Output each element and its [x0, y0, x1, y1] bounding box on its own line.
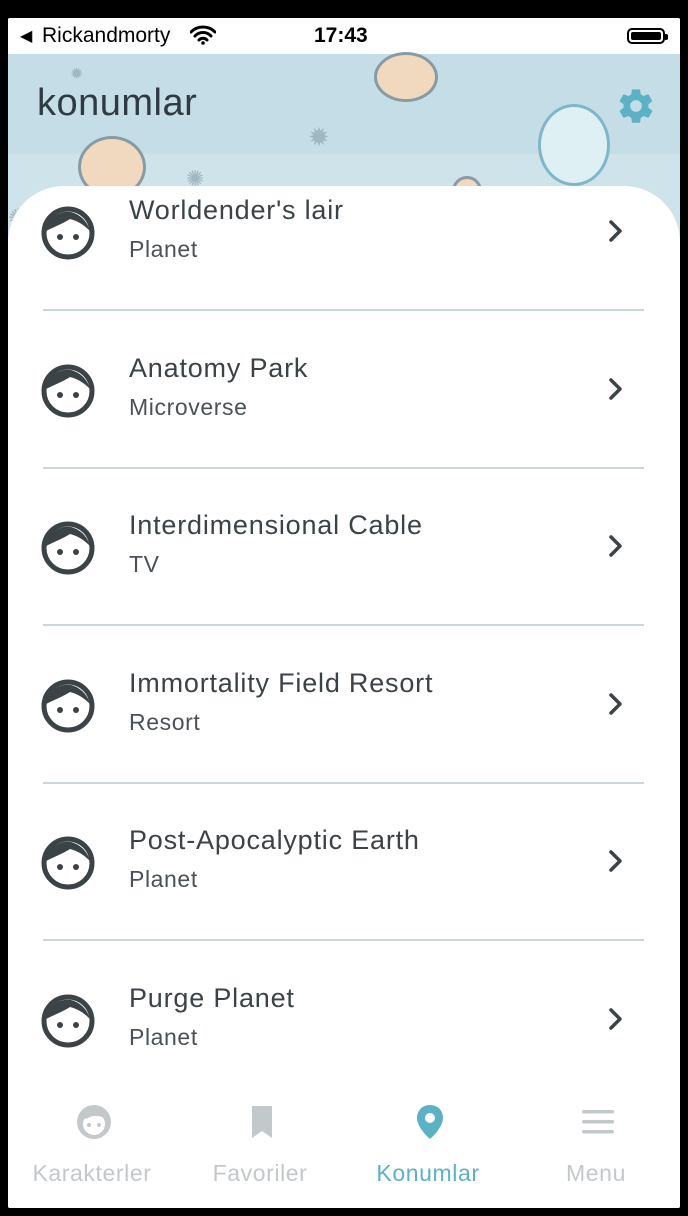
chevron-right-icon [609, 693, 622, 715]
face-icon [41, 206, 95, 260]
nav-tab-menu[interactable]: Menu [512, 1088, 680, 1208]
face-icon [41, 679, 95, 733]
location-type: Planet [129, 866, 198, 892]
nav-label: Konumlar [376, 1160, 480, 1186]
chevron-right-icon [609, 1008, 622, 1030]
nav-label: Menu [566, 1160, 626, 1186]
location-name: Worldender's lair [129, 195, 344, 225]
row-divider [43, 939, 644, 941]
location-type: Planet [129, 236, 198, 262]
face-icon [41, 364, 95, 418]
location-row[interactable]: Immortality Field Resort Resort [8, 654, 680, 811]
decorative-morty-face-icon [374, 52, 438, 102]
location-name: Purge Planet [129, 983, 295, 1013]
location-pin-icon [417, 1105, 443, 1139]
decorative-rick-face-icon [538, 104, 610, 186]
location-row[interactable]: Post-Apocalyptic Earth Planet [8, 811, 680, 968]
location-type: Microverse [129, 394, 248, 420]
location-list: Worldender's lair Planet Anatomy Park Mi… [8, 186, 680, 1086]
row-divider [43, 782, 644, 784]
decorative-gear-icon: ✹ [308, 122, 330, 152]
face-icon [41, 994, 95, 1048]
status-time: 17:43 [314, 24, 368, 47]
chevron-right-icon [609, 535, 622, 557]
page-title: konumlar [37, 82, 198, 124]
bookmark-icon [252, 1106, 272, 1138]
app-screen: ◀ Rickandmorty 17:43 ✹ ✹ ✺ ✺ konumlar [8, 18, 680, 1208]
nav-label: Favoriler [212, 1160, 308, 1186]
location-name: Interdimensional Cable [129, 510, 423, 540]
row-divider [43, 467, 644, 469]
face-icon [41, 521, 95, 575]
battery-icon [627, 28, 668, 44]
location-type: Planet [129, 1024, 198, 1050]
bottom-navigation: Karakterler Favoriler Konumlar Menu [8, 1088, 680, 1208]
menu-icon [582, 1110, 614, 1134]
chevron-right-icon [609, 850, 622, 872]
location-row[interactable]: Anatomy Park Microverse [8, 339, 680, 496]
location-name: Post-Apocalyptic Earth [129, 825, 420, 855]
back-to-app-glyph[interactable]: ◀ [20, 26, 32, 46]
nav-tab-favoriler[interactable]: Favoriler [176, 1088, 344, 1208]
settings-button[interactable] [616, 86, 656, 126]
location-type: TV [129, 551, 160, 577]
status-bar: ◀ Rickandmorty 17:43 [8, 18, 680, 54]
chevron-right-icon [609, 220, 622, 242]
face-icon [77, 1105, 111, 1139]
chevron-right-icon [609, 378, 622, 400]
location-row[interactable]: Interdimensional Cable TV [8, 496, 680, 653]
location-name: Anatomy Park [129, 353, 309, 383]
nav-label: Karakterler [32, 1160, 152, 1186]
back-to-app-label[interactable]: Rickandmorty [42, 24, 170, 48]
wifi-icon [189, 25, 217, 51]
location-row[interactable]: Worldender's lair Planet [8, 181, 680, 338]
nav-tab-konumlar[interactable]: Konumlar [344, 1088, 512, 1208]
location-type: Resort [129, 709, 201, 735]
location-name: Immortality Field Resort [129, 668, 434, 698]
face-icon [41, 836, 95, 890]
row-divider [43, 309, 644, 311]
decorative-gear-icon: ✹ [70, 66, 84, 83]
gear-icon [619, 89, 653, 123]
nav-tab-karakterler[interactable]: Karakterler [8, 1088, 176, 1208]
row-divider [43, 624, 644, 626]
